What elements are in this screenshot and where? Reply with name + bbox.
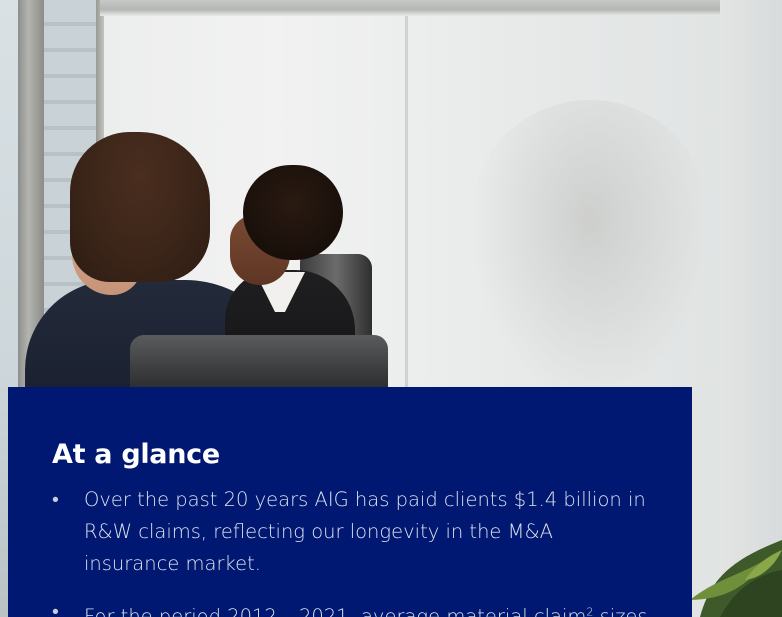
plant-icon <box>690 540 782 617</box>
bullet-icon: • <box>52 488 59 511</box>
bullet-list: • Over the past 20 years AIG has paid cl… <box>52 484 648 617</box>
page: At a glance • Over the past 20 years AIG… <box>0 0 782 617</box>
woman-hair <box>243 165 343 260</box>
ceiling-rail <box>100 0 782 16</box>
bullet-text: For the period 2012 – 2021, average mate… <box>84 605 648 617</box>
bullet-text-after-footnote: sizes <box>593 604 648 617</box>
list-item: • For the period 2012 – 2021, average ma… <box>52 596 648 617</box>
chair-front <box>130 335 388 391</box>
card-title: At a glance <box>52 439 220 470</box>
bullet-text: Over the past 20 years AIG has paid clie… <box>84 488 646 575</box>
bullet-icon: • <box>52 600 59 617</box>
list-item: • Over the past 20 years AIG has paid cl… <box>52 484 648 580</box>
man-hair <box>70 132 210 282</box>
glass-reflection <box>470 100 710 400</box>
bullet-text-before-footnote: For the period 2012 – 2021, average mate… <box>84 604 587 617</box>
glass-seam <box>405 16 408 396</box>
at-a-glance-card: At a glance • Over the past 20 years AIG… <box>8 387 692 617</box>
